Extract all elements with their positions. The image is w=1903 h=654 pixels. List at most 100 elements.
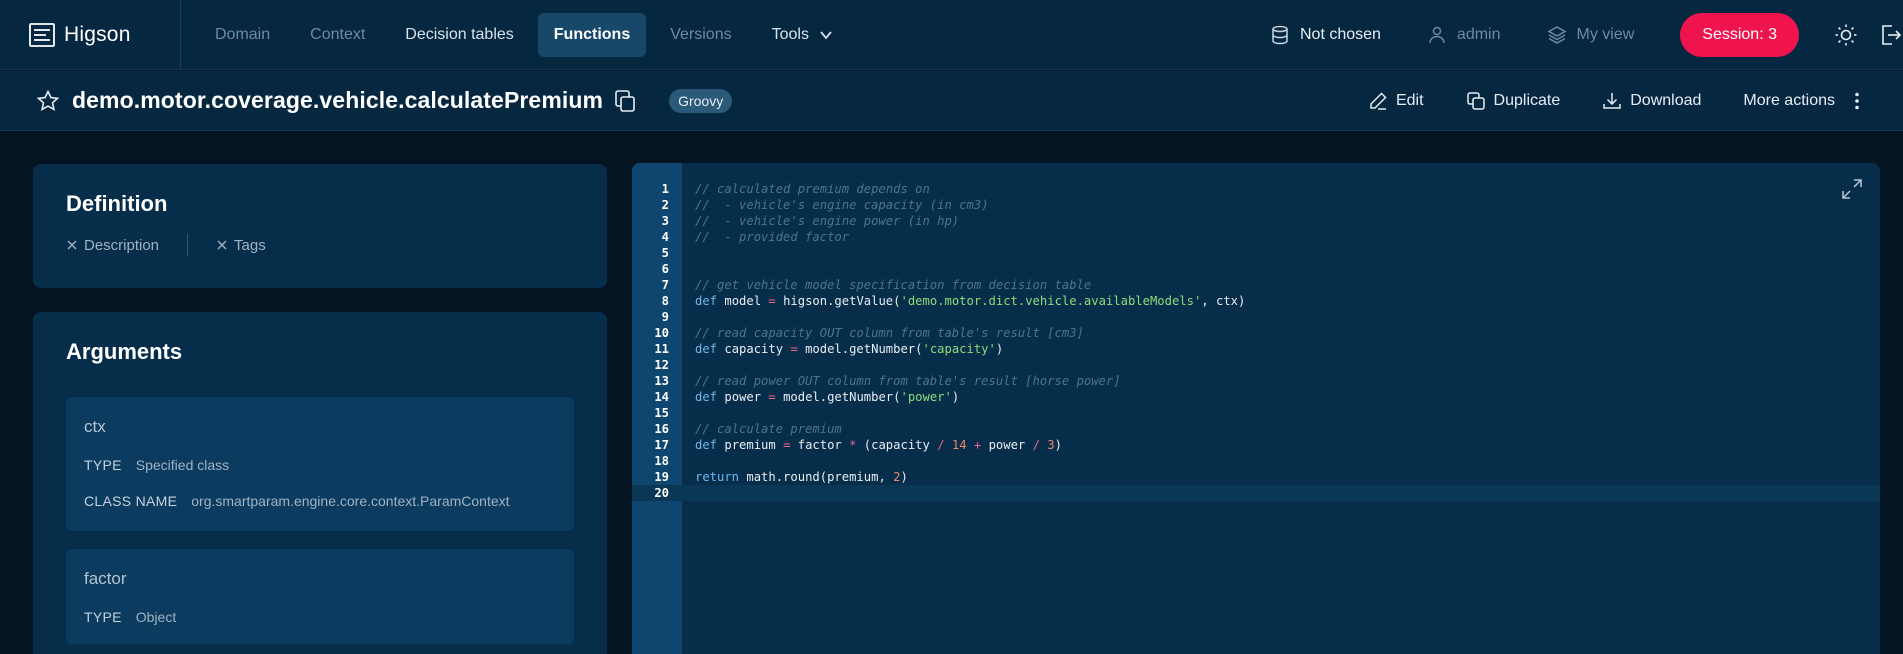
line-number: 6 [661,262,669,276]
code-line[interactable]: 3 // - vehicle's engine power (in hp) [632,213,1880,229]
line-number: 7 [661,278,669,292]
code-line[interactable]: 12 [632,357,1880,373]
user-menu[interactable]: admin [1427,25,1501,45]
code-line[interactable]: 5 [632,245,1880,261]
logout-icon [1882,25,1902,45]
code-line[interactable]: 11 def capacity = model.getNumber('capaci… [632,341,1880,357]
expand-icon[interactable] [1840,177,1864,201]
code-line[interactable]: 16 // calculate premium [632,421,1880,437]
tab-decision-tables[interactable]: Decision tables [389,13,530,57]
argument-class-row: CLASS NAME org.smartparam.engine.core.con… [84,493,510,509]
code-line[interactable]: 2 // - vehicle's engine capacity (in cm3) [632,197,1880,213]
argument-name: factor [84,569,127,588]
app-name: Higson [64,22,131,46]
main-tabs: Domain Context Decision tables Functions… [181,0,857,70]
line-number: 15 [654,406,669,420]
code-text: def capacity = model.getNumber('capacity… [695,342,1004,356]
theme-toggle[interactable] [1833,22,1859,48]
tab-functions[interactable]: Functions [537,12,647,57]
tab-domain[interactable]: Domain [199,13,286,57]
brand[interactable]: Higson [0,0,181,70]
code-line[interactable]: 19 return math.round(premium, 2) [632,469,1880,485]
edit-label: Edit [1395,92,1424,109]
arguments-title: Arguments [66,339,183,364]
code-text: return math.round(premium, 2) [695,470,908,484]
download-icon [1603,93,1621,109]
code-text: def premium = factor * (capacity / 14 + … [695,438,1062,452]
code-text: def power = model.getNumber('power') [695,390,960,404]
code-text: // calculated premium depends on [695,182,930,196]
tab-tools[interactable]: Tools [756,13,849,57]
user-icon [1429,26,1445,44]
code-text: // get vehicle model specification from … [695,278,1092,292]
code-line[interactable]: 4 // - provided factor [632,229,1880,245]
copy-icon[interactable] [613,89,637,113]
class-name-value: org.smartparam.engine.core.context.Param… [191,493,510,509]
line-number: 16 [654,422,669,436]
type-value: Specified class [135,457,230,473]
code-line[interactable]: 13 // read power OUT column from table's … [632,373,1880,389]
argument-type-row: TYPE Specified class [84,457,229,473]
tags-label: Tags [234,236,266,254]
line-number: 11 [654,342,669,356]
logout-button[interactable] [1877,22,1903,48]
argument-card-factor: factor TYPE Object [66,549,574,644]
description-label: Description [84,236,160,254]
more-actions-button[interactable]: More actions [1743,91,1867,111]
line-number: 14 [654,390,669,404]
duplicate-label: Duplicate [1493,92,1561,109]
definition-fields: Description Tags [66,234,266,256]
description-toggle[interactable]: Description [66,237,159,254]
type-key: TYPE [84,609,122,625]
top-navigation: Higson Domain Context Decision tables Fu… [0,0,1903,70]
arguments-panel: Arguments ctx TYPE Specified class CLASS … [33,312,607,654]
edit-button[interactable]: Edit [1368,91,1424,111]
line-number: 13 [654,374,669,388]
database-icon [1272,25,1288,45]
code-line[interactable]: 14 def power = model.getNumber('power') [632,389,1880,405]
code-text: // - vehicle's engine capacity (in cm3) [695,198,989,212]
line-number: 19 [654,470,669,484]
code-text: def model = higson.getValue('demo.motor.… [695,294,1246,308]
code-text: // calculate premium [695,422,842,436]
code-line[interactable]: 8 def model = higson.getValue('demo.motor… [632,293,1880,309]
code-line[interactable]: 7 // get vehicle model specification from… [632,277,1880,293]
tags-toggle[interactable]: Tags [216,237,266,254]
type-value: Object [135,609,177,625]
tab-versions[interactable]: Versions [654,13,747,57]
pencil-icon [1370,92,1387,110]
divider [187,234,189,256]
code-editor[interactable]: 1 // calculated premium depends on 2 // - v… [632,163,1880,654]
code-line[interactable]: 6 [632,261,1880,277]
session-button[interactable]: Session: 3 [1680,13,1799,57]
favorite-star-icon[interactable] [36,89,60,113]
code-line[interactable]: 15 [632,405,1880,421]
code-line[interactable]: 17 def premium = factor * (capacity / 14 … [632,437,1880,453]
code-line[interactable]: 18 [632,453,1880,469]
code-line[interactable]: 20 [632,485,1880,501]
user-label: admin [1456,26,1501,43]
tab-context[interactable]: Context [294,13,381,57]
close-icon [217,240,227,250]
line-number: 17 [654,438,669,452]
type-key: TYPE [84,457,122,473]
top-right-controls: Not chosen admin My view Session: 3 [1270,0,1903,70]
duplicate-icon [1466,92,1485,110]
code-line[interactable]: 9 [632,309,1880,325]
line-number: 18 [654,454,669,468]
code-line[interactable]: 1 // calculated premium depends on [632,181,1880,197]
database-label: Not chosen [1299,26,1381,43]
line-number: 2 [661,198,669,212]
line-number: 5 [661,246,669,260]
argument-name: ctx [84,417,106,436]
line-number: 4 [661,230,669,244]
function-header: demo.motor.coverage.vehicle.calculatePre… [0,71,1903,131]
duplicate-button[interactable]: Duplicate [1466,91,1561,111]
code-line[interactable]: 10 // read capacity OUT column from table… [632,325,1880,341]
function-name: demo.motor.coverage.vehicle.calculatePre… [72,87,604,113]
view-selector[interactable]: My view [1546,25,1634,45]
database-selector[interactable]: Not chosen [1270,25,1381,45]
line-number: 3 [661,214,669,228]
class-name-key: CLASS NAME [84,493,178,509]
download-button[interactable]: Download [1602,91,1701,111]
